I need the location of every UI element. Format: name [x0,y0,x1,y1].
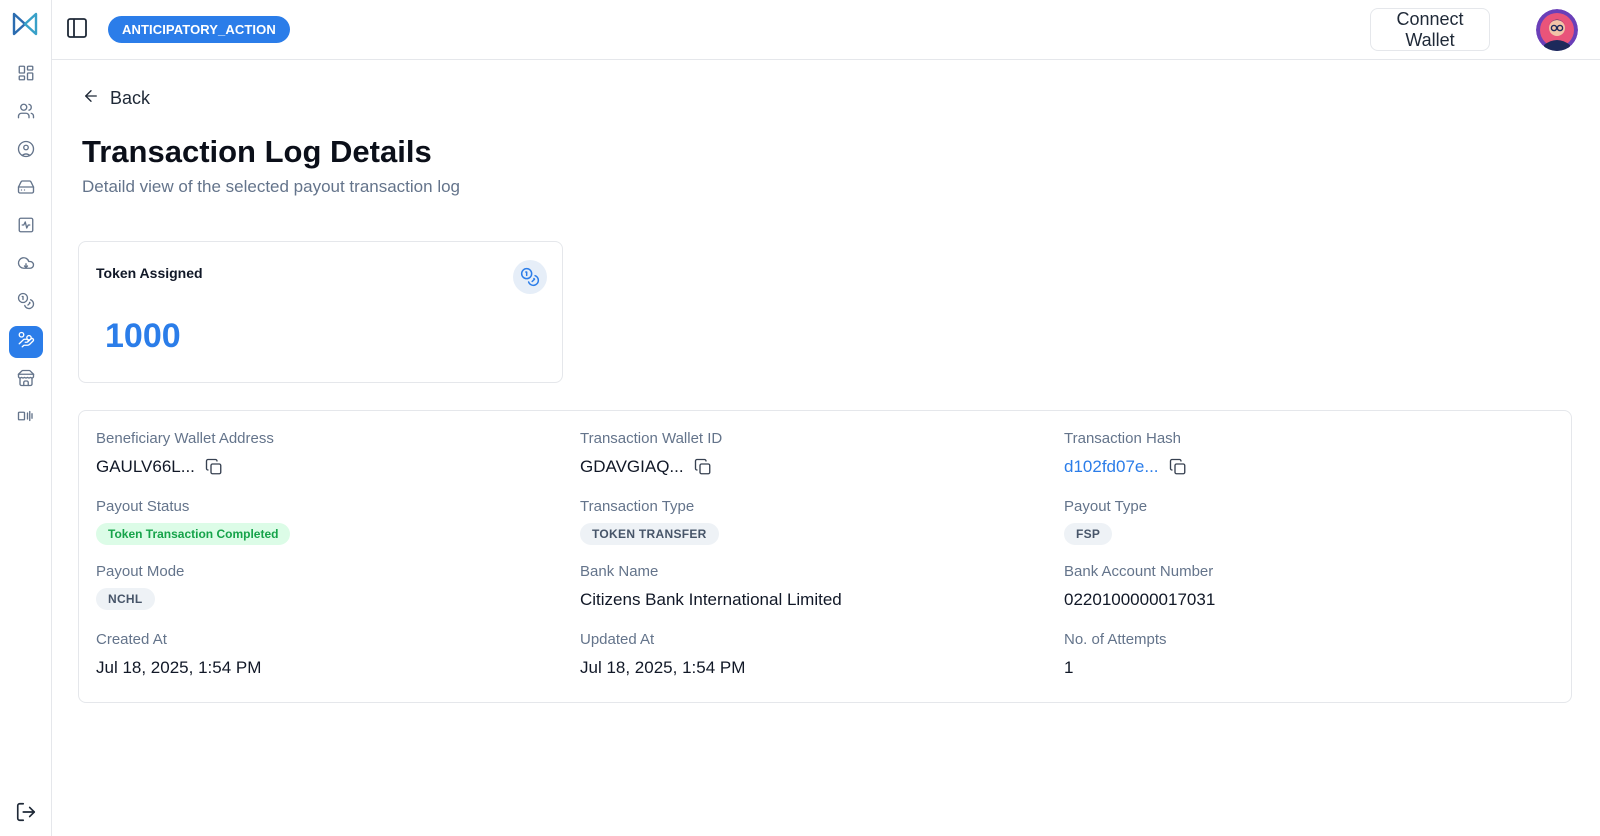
project-badge: ANTICIPATORY_ACTION [108,16,290,43]
sidebar-toggle-button[interactable] [64,17,90,43]
field-label: Created At [96,631,167,648]
logout-button[interactable] [9,798,43,830]
field-label: Updated At [580,631,655,648]
top-bar: ANTICIPATORY_ACTION Connect Wallet [52,0,1600,60]
page-subtitle: Detaild view of the selected payout tran… [82,177,461,196]
payout-type-field: Payout Type FSP [1064,498,1147,545]
token-assigned-card: Token Assigned 1000 [78,241,563,383]
connect-wallet-button[interactable]: Connect Wallet [1370,8,1490,51]
page-title: Transaction Log Details [82,134,432,169]
transaction-wallet-id-field: Transaction Wallet ID GDAVGIAQ... [580,430,722,477]
transaction-hash-link[interactable]: d102fd07e... [1064,457,1159,477]
field-value-row: GAULV66L... [96,457,274,477]
sidebar-item-dashboard[interactable] [9,59,43,91]
sidebar-item-payouts[interactable] [9,326,43,358]
updated-at-field: Updated At Jul 18, 2025, 1:54 PM [580,631,745,678]
field-label: Payout Mode [96,563,185,580]
hard-drive-icon [17,178,35,201]
token-assigned-label: Token Assigned [96,265,203,281]
main-content: Back Transaction Log Details Detaild vie… [52,60,1600,836]
panel-left-icon [65,16,89,45]
payout-type-badge: FSP [1064,523,1113,545]
field-label: Payout Status [96,498,190,515]
field-label: Transaction Type [580,498,695,515]
created-at-field: Created At Jul 18, 2025, 1:54 PM [96,631,261,678]
user-circle-icon [17,140,35,163]
transaction-type-badge: TOKEN TRANSFER [580,523,719,545]
transaction-details-card: Beneficiary Wallet Address GAULV66L... T… [78,410,1572,703]
transaction-hash-field: Transaction Hash d102fd07e... [1064,430,1187,477]
field-label: Bank Account Number [1064,563,1214,580]
beneficiary-wallet-address-value: GAULV66L... [96,457,195,476]
sidebar-item-beneficiaries[interactable] [9,97,43,129]
status-badge: Token Transaction Completed [96,523,291,545]
logout-icon [15,801,37,828]
copy-icon[interactable] [694,458,712,476]
users-icon [17,102,35,125]
attempts-value: 1 [1064,658,1074,677]
sidebar-item-data-sources[interactable] [9,249,43,281]
bank-name-value: Citizens Bank International Limited [580,590,842,609]
sidebar-item-users[interactable] [9,135,43,167]
field-label: Payout Type [1064,498,1148,515]
attempts-field: No. of Attempts 1 [1064,631,1167,678]
bank-account-number-field: Bank Account Number 0220100000017031 [1064,563,1215,610]
sidebar-item-vendors[interactable] [9,364,43,396]
field-value-row: d102fd07e... [1064,457,1187,477]
bank-account-number-value: 0220100000017031 [1064,590,1216,609]
beneficiary-wallet-address-field: Beneficiary Wallet Address GAULV66L... [96,430,274,477]
copy-icon[interactable] [205,458,223,476]
field-label: Transaction Wallet ID [580,430,723,447]
transaction-wallet-id-value: GDAVGIAQ... [580,457,684,476]
field-label: Transaction Hash [1064,430,1181,447]
payout-mode-badge: NCHL [96,588,155,610]
payout-mode-field: Payout Mode NCHL [96,563,184,610]
back-label: Back [110,88,151,108]
cloud-icon [17,254,35,277]
sidebar-item-stakeholders[interactable] [9,173,43,205]
sidebar-item-communications[interactable] [9,402,43,434]
transaction-type-field: Transaction Type TOKEN TRANSFER [580,498,719,545]
payout-status-field: Payout Status Token Transaction Complete… [96,498,291,545]
updated-at-value: Jul 18, 2025, 1:54 PM [580,658,746,677]
created-at-value: Jul 18, 2025, 1:54 PM [96,658,262,677]
copy-icon[interactable] [1169,458,1187,476]
field-label: Beneficiary Wallet Address [96,430,274,447]
sidebar [0,0,52,836]
activity-icon [17,216,35,239]
field-value-row: GDAVGIAQ... [580,457,722,477]
field-label: Bank Name [580,563,659,580]
sidebar-item-activities[interactable] [9,211,43,243]
store-icon [17,369,35,392]
dashboard-icon [17,64,35,87]
avatar[interactable] [1536,9,1578,51]
coins-icon [513,260,547,294]
field-label: No. of Attempts [1064,631,1167,648]
arrow-left-icon [82,87,100,110]
coins-icon [17,292,35,315]
token-assigned-value: 1000 [105,317,181,355]
rahat-logo-icon[interactable] [12,11,38,37]
sidebar-item-funds[interactable] [9,287,43,319]
hand-coins-icon [17,331,35,354]
signal-icon [17,407,35,430]
back-button[interactable]: Back [82,87,150,110]
bank-name-field: Bank Name Citizens Bank International Li… [580,563,842,610]
